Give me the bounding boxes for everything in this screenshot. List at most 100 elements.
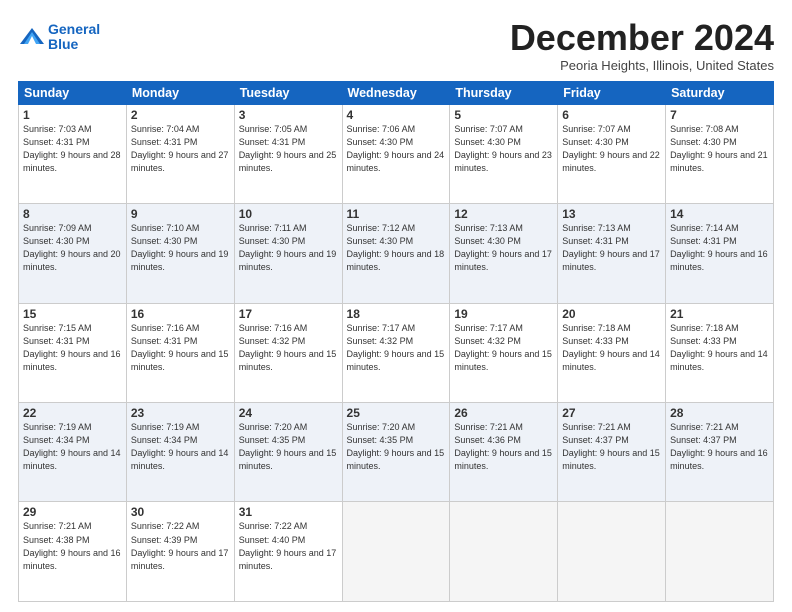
day-detail: Sunrise: 7:12 AM Sunset: 4:30 PM Dayligh… — [347, 222, 446, 274]
day-number: 20 — [562, 307, 661, 321]
day-detail: Sunrise: 7:21 AM Sunset: 4:36 PM Dayligh… — [454, 421, 553, 473]
table-row: 27 Sunrise: 7:21 AM Sunset: 4:37 PM Dayl… — [558, 403, 666, 502]
day-number: 24 — [239, 406, 338, 420]
day-number: 2 — [131, 108, 230, 122]
calendar-table: Sunday Monday Tuesday Wednesday Thursday… — [18, 81, 774, 602]
table-row: 4 Sunrise: 7:06 AM Sunset: 4:30 PM Dayli… — [342, 104, 450, 203]
day-detail: Sunrise: 7:06 AM Sunset: 4:30 PM Dayligh… — [347, 123, 446, 175]
calendar-week-row: 1 Sunrise: 7:03 AM Sunset: 4:31 PM Dayli… — [19, 104, 774, 203]
day-number: 3 — [239, 108, 338, 122]
table-row — [342, 502, 450, 602]
day-number: 23 — [131, 406, 230, 420]
day-number: 6 — [562, 108, 661, 122]
calendar-week-row: 29 Sunrise: 7:21 AM Sunset: 4:38 PM Dayl… — [19, 502, 774, 602]
calendar-week-row: 22 Sunrise: 7:19 AM Sunset: 4:34 PM Dayl… — [19, 403, 774, 502]
day-number: 1 — [23, 108, 122, 122]
page: General Blue December 2024 Peoria Height… — [0, 0, 792, 612]
day-detail: Sunrise: 7:19 AM Sunset: 4:34 PM Dayligh… — [23, 421, 122, 473]
day-detail: Sunrise: 7:21 AM Sunset: 4:37 PM Dayligh… — [670, 421, 769, 473]
day-detail: Sunrise: 7:13 AM Sunset: 4:30 PM Dayligh… — [454, 222, 553, 274]
day-detail: Sunrise: 7:18 AM Sunset: 4:33 PM Dayligh… — [670, 322, 769, 374]
table-row: 10 Sunrise: 7:11 AM Sunset: 4:30 PM Dayl… — [234, 204, 342, 303]
location: Peoria Heights, Illinois, United States — [510, 58, 774, 73]
day-number: 12 — [454, 207, 553, 221]
day-number: 5 — [454, 108, 553, 122]
day-number: 9 — [131, 207, 230, 221]
day-number: 4 — [347, 108, 446, 122]
calendar-week-row: 8 Sunrise: 7:09 AM Sunset: 4:30 PM Dayli… — [19, 204, 774, 303]
day-detail: Sunrise: 7:05 AM Sunset: 4:31 PM Dayligh… — [239, 123, 338, 175]
day-detail: Sunrise: 7:19 AM Sunset: 4:34 PM Dayligh… — [131, 421, 230, 473]
table-row: 17 Sunrise: 7:16 AM Sunset: 4:32 PM Dayl… — [234, 303, 342, 402]
day-detail: Sunrise: 7:22 AM Sunset: 4:39 PM Dayligh… — [131, 520, 230, 572]
col-sunday: Sunday — [19, 81, 127, 104]
day-number: 8 — [23, 207, 122, 221]
day-number: 17 — [239, 307, 338, 321]
day-detail: Sunrise: 7:11 AM Sunset: 4:30 PM Dayligh… — [239, 222, 338, 274]
table-row: 28 Sunrise: 7:21 AM Sunset: 4:37 PM Dayl… — [666, 403, 774, 502]
day-number: 14 — [670, 207, 769, 221]
table-row: 30 Sunrise: 7:22 AM Sunset: 4:39 PM Dayl… — [126, 502, 234, 602]
day-detail: Sunrise: 7:08 AM Sunset: 4:30 PM Dayligh… — [670, 123, 769, 175]
logo-icon — [18, 26, 46, 48]
day-number: 19 — [454, 307, 553, 321]
col-monday: Monday — [126, 81, 234, 104]
header: General Blue December 2024 Peoria Height… — [18, 18, 774, 73]
day-number: 31 — [239, 505, 338, 519]
table-row: 25 Sunrise: 7:20 AM Sunset: 4:35 PM Dayl… — [342, 403, 450, 502]
table-row: 6 Sunrise: 7:07 AM Sunset: 4:30 PM Dayli… — [558, 104, 666, 203]
day-number: 7 — [670, 108, 769, 122]
col-tuesday: Tuesday — [234, 81, 342, 104]
table-row: 12 Sunrise: 7:13 AM Sunset: 4:30 PM Dayl… — [450, 204, 558, 303]
calendar-week-row: 15 Sunrise: 7:15 AM Sunset: 4:31 PM Dayl… — [19, 303, 774, 402]
table-row — [450, 502, 558, 602]
table-row: 14 Sunrise: 7:14 AM Sunset: 4:31 PM Dayl… — [666, 204, 774, 303]
table-row: 18 Sunrise: 7:17 AM Sunset: 4:32 PM Dayl… — [342, 303, 450, 402]
table-row: 23 Sunrise: 7:19 AM Sunset: 4:34 PM Dayl… — [126, 403, 234, 502]
day-number: 30 — [131, 505, 230, 519]
table-row: 31 Sunrise: 7:22 AM Sunset: 4:40 PM Dayl… — [234, 502, 342, 602]
month-title: December 2024 — [510, 18, 774, 58]
day-number: 27 — [562, 406, 661, 420]
day-detail: Sunrise: 7:20 AM Sunset: 4:35 PM Dayligh… — [239, 421, 338, 473]
col-saturday: Saturday — [666, 81, 774, 104]
day-detail: Sunrise: 7:14 AM Sunset: 4:31 PM Dayligh… — [670, 222, 769, 274]
table-row: 11 Sunrise: 7:12 AM Sunset: 4:30 PM Dayl… — [342, 204, 450, 303]
logo-general: General — [48, 22, 100, 37]
day-detail: Sunrise: 7:22 AM Sunset: 4:40 PM Dayligh… — [239, 520, 338, 572]
col-thursday: Thursday — [450, 81, 558, 104]
day-detail: Sunrise: 7:16 AM Sunset: 4:32 PM Dayligh… — [239, 322, 338, 374]
day-detail: Sunrise: 7:03 AM Sunset: 4:31 PM Dayligh… — [23, 123, 122, 175]
table-row: 19 Sunrise: 7:17 AM Sunset: 4:32 PM Dayl… — [450, 303, 558, 402]
day-detail: Sunrise: 7:17 AM Sunset: 4:32 PM Dayligh… — [347, 322, 446, 374]
logo: General Blue — [18, 22, 100, 53]
day-number: 26 — [454, 406, 553, 420]
day-detail: Sunrise: 7:07 AM Sunset: 4:30 PM Dayligh… — [562, 123, 661, 175]
col-friday: Friday — [558, 81, 666, 104]
table-row: 22 Sunrise: 7:19 AM Sunset: 4:34 PM Dayl… — [19, 403, 127, 502]
table-row: 13 Sunrise: 7:13 AM Sunset: 4:31 PM Dayl… — [558, 204, 666, 303]
table-row: 29 Sunrise: 7:21 AM Sunset: 4:38 PM Dayl… — [19, 502, 127, 602]
day-detail: Sunrise: 7:21 AM Sunset: 4:38 PM Dayligh… — [23, 520, 122, 572]
day-number: 13 — [562, 207, 661, 221]
table-row: 20 Sunrise: 7:18 AM Sunset: 4:33 PM Dayl… — [558, 303, 666, 402]
logo-text: General Blue — [48, 22, 100, 53]
day-detail: Sunrise: 7:17 AM Sunset: 4:32 PM Dayligh… — [454, 322, 553, 374]
day-number: 18 — [347, 307, 446, 321]
day-detail: Sunrise: 7:07 AM Sunset: 4:30 PM Dayligh… — [454, 123, 553, 175]
table-row: 16 Sunrise: 7:16 AM Sunset: 4:31 PM Dayl… — [126, 303, 234, 402]
day-detail: Sunrise: 7:13 AM Sunset: 4:31 PM Dayligh… — [562, 222, 661, 274]
day-number: 25 — [347, 406, 446, 420]
day-detail: Sunrise: 7:04 AM Sunset: 4:31 PM Dayligh… — [131, 123, 230, 175]
title-block: December 2024 Peoria Heights, Illinois, … — [510, 18, 774, 73]
day-detail: Sunrise: 7:21 AM Sunset: 4:37 PM Dayligh… — [562, 421, 661, 473]
table-row: 24 Sunrise: 7:20 AM Sunset: 4:35 PM Dayl… — [234, 403, 342, 502]
table-row: 26 Sunrise: 7:21 AM Sunset: 4:36 PM Dayl… — [450, 403, 558, 502]
table-row — [666, 502, 774, 602]
table-row: 2 Sunrise: 7:04 AM Sunset: 4:31 PM Dayli… — [126, 104, 234, 203]
table-row: 1 Sunrise: 7:03 AM Sunset: 4:31 PM Dayli… — [19, 104, 127, 203]
day-detail: Sunrise: 7:20 AM Sunset: 4:35 PM Dayligh… — [347, 421, 446, 473]
day-detail: Sunrise: 7:09 AM Sunset: 4:30 PM Dayligh… — [23, 222, 122, 274]
day-number: 11 — [347, 207, 446, 221]
day-number: 16 — [131, 307, 230, 321]
